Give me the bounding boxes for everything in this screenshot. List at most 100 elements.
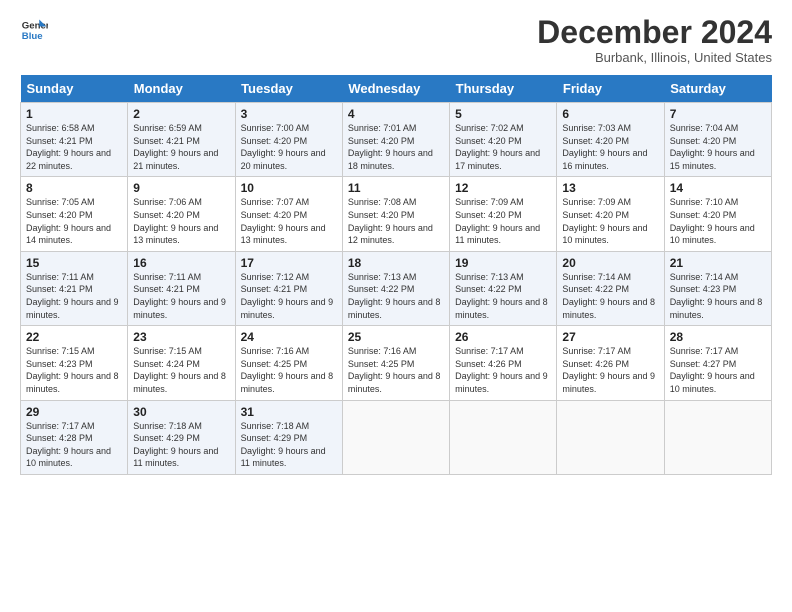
day-info: Sunrise: 7:13 AMSunset: 4:22 PMDaylight:… [348, 271, 444, 321]
day-info: Sunrise: 7:10 AMSunset: 4:20 PMDaylight:… [670, 196, 766, 246]
day-info: Sunrise: 7:16 AMSunset: 4:25 PMDaylight:… [241, 345, 337, 395]
calendar-cell: 20Sunrise: 7:14 AMSunset: 4:22 PMDayligh… [557, 251, 664, 325]
calendar-cell: 29Sunrise: 7:17 AMSunset: 4:28 PMDayligh… [21, 400, 128, 474]
day-number: 13 [562, 181, 658, 195]
day-number: 18 [348, 256, 444, 270]
day-number: 20 [562, 256, 658, 270]
day-info: Sunrise: 7:11 AMSunset: 4:21 PMDaylight:… [26, 271, 122, 321]
calendar-cell [557, 400, 664, 474]
title-area: December 2024 Burbank, Illinois, United … [537, 16, 772, 65]
day-info: Sunrise: 7:16 AMSunset: 4:25 PMDaylight:… [348, 345, 444, 395]
day-info: Sunrise: 7:12 AMSunset: 4:21 PMDaylight:… [241, 271, 337, 321]
day-number: 22 [26, 330, 122, 344]
calendar-cell: 26Sunrise: 7:17 AMSunset: 4:26 PMDayligh… [450, 326, 557, 400]
calendar-cell: 2Sunrise: 6:59 AMSunset: 4:21 PMDaylight… [128, 103, 235, 177]
day-of-week-tuesday: Tuesday [235, 75, 342, 103]
day-number: 1 [26, 107, 122, 121]
day-info: Sunrise: 7:17 AMSunset: 4:27 PMDaylight:… [670, 345, 766, 395]
day-of-week-thursday: Thursday [450, 75, 557, 103]
location: Burbank, Illinois, United States [537, 50, 772, 65]
calendar-cell: 30Sunrise: 7:18 AMSunset: 4:29 PMDayligh… [128, 400, 235, 474]
day-info: Sunrise: 7:03 AMSunset: 4:20 PMDaylight:… [562, 122, 658, 172]
calendar-cell: 7Sunrise: 7:04 AMSunset: 4:20 PMDaylight… [664, 103, 771, 177]
day-of-week-sunday: Sunday [21, 75, 128, 103]
calendar-week-row: 15Sunrise: 7:11 AMSunset: 4:21 PMDayligh… [21, 251, 772, 325]
calendar-cell: 24Sunrise: 7:16 AMSunset: 4:25 PMDayligh… [235, 326, 342, 400]
day-number: 2 [133, 107, 229, 121]
day-number: 26 [455, 330, 551, 344]
day-info: Sunrise: 7:11 AMSunset: 4:21 PMDaylight:… [133, 271, 229, 321]
calendar-cell: 27Sunrise: 7:17 AMSunset: 4:26 PMDayligh… [557, 326, 664, 400]
calendar-cell [342, 400, 449, 474]
calendar-cell: 9Sunrise: 7:06 AMSunset: 4:20 PMDaylight… [128, 177, 235, 251]
calendar-week-row: 1Sunrise: 6:58 AMSunset: 4:21 PMDaylight… [21, 103, 772, 177]
day-info: Sunrise: 6:58 AMSunset: 4:21 PMDaylight:… [26, 122, 122, 172]
day-info: Sunrise: 7:17 AMSunset: 4:28 PMDaylight:… [26, 420, 122, 470]
day-number: 29 [26, 405, 122, 419]
day-info: Sunrise: 7:14 AMSunset: 4:23 PMDaylight:… [670, 271, 766, 321]
day-of-week-friday: Friday [557, 75, 664, 103]
day-number: 16 [133, 256, 229, 270]
calendar-cell: 10Sunrise: 7:07 AMSunset: 4:20 PMDayligh… [235, 177, 342, 251]
calendar-cell: 25Sunrise: 7:16 AMSunset: 4:25 PMDayligh… [342, 326, 449, 400]
day-info: Sunrise: 7:01 AMSunset: 4:20 PMDaylight:… [348, 122, 444, 172]
day-info: Sunrise: 7:14 AMSunset: 4:22 PMDaylight:… [562, 271, 658, 321]
svg-text:Blue: Blue [22, 31, 43, 42]
day-number: 14 [670, 181, 766, 195]
day-info: Sunrise: 7:05 AMSunset: 4:20 PMDaylight:… [26, 196, 122, 246]
calendar-cell: 12Sunrise: 7:09 AMSunset: 4:20 PMDayligh… [450, 177, 557, 251]
day-number: 27 [562, 330, 658, 344]
calendar-week-row: 8Sunrise: 7:05 AMSunset: 4:20 PMDaylight… [21, 177, 772, 251]
calendar-cell: 3Sunrise: 7:00 AMSunset: 4:20 PMDaylight… [235, 103, 342, 177]
calendar-cell: 11Sunrise: 7:08 AMSunset: 4:20 PMDayligh… [342, 177, 449, 251]
header: General Blue December 2024 Burbank, Illi… [20, 16, 772, 65]
calendar-cell: 22Sunrise: 7:15 AMSunset: 4:23 PMDayligh… [21, 326, 128, 400]
day-number: 12 [455, 181, 551, 195]
calendar-cell: 19Sunrise: 7:13 AMSunset: 4:22 PMDayligh… [450, 251, 557, 325]
day-number: 31 [241, 405, 337, 419]
calendar-week-row: 29Sunrise: 7:17 AMSunset: 4:28 PMDayligh… [21, 400, 772, 474]
calendar-cell: 13Sunrise: 7:09 AMSunset: 4:20 PMDayligh… [557, 177, 664, 251]
day-info: Sunrise: 7:00 AMSunset: 4:20 PMDaylight:… [241, 122, 337, 172]
day-number: 24 [241, 330, 337, 344]
day-number: 7 [670, 107, 766, 121]
day-number: 25 [348, 330, 444, 344]
day-of-week-saturday: Saturday [664, 75, 771, 103]
day-number: 3 [241, 107, 337, 121]
calendar-cell: 28Sunrise: 7:17 AMSunset: 4:27 PMDayligh… [664, 326, 771, 400]
calendar-cell: 4Sunrise: 7:01 AMSunset: 4:20 PMDaylight… [342, 103, 449, 177]
calendar-cell: 17Sunrise: 7:12 AMSunset: 4:21 PMDayligh… [235, 251, 342, 325]
logo: General Blue [20, 16, 48, 44]
calendar-cell: 18Sunrise: 7:13 AMSunset: 4:22 PMDayligh… [342, 251, 449, 325]
day-number: 9 [133, 181, 229, 195]
day-number: 19 [455, 256, 551, 270]
day-info: Sunrise: 7:07 AMSunset: 4:20 PMDaylight:… [241, 196, 337, 246]
day-number: 21 [670, 256, 766, 270]
day-info: Sunrise: 7:13 AMSunset: 4:22 PMDaylight:… [455, 271, 551, 321]
day-number: 28 [670, 330, 766, 344]
day-info: Sunrise: 7:06 AMSunset: 4:20 PMDaylight:… [133, 196, 229, 246]
day-info: Sunrise: 7:18 AMSunset: 4:29 PMDaylight:… [133, 420, 229, 470]
calendar-table: SundayMondayTuesdayWednesdayThursdayFrid… [20, 75, 772, 475]
day-number: 5 [455, 107, 551, 121]
calendar-cell: 23Sunrise: 7:15 AMSunset: 4:24 PMDayligh… [128, 326, 235, 400]
calendar-cell: 21Sunrise: 7:14 AMSunset: 4:23 PMDayligh… [664, 251, 771, 325]
calendar-cell [664, 400, 771, 474]
day-number: 30 [133, 405, 229, 419]
day-number: 10 [241, 181, 337, 195]
calendar-week-row: 22Sunrise: 7:15 AMSunset: 4:23 PMDayligh… [21, 326, 772, 400]
day-info: Sunrise: 7:09 AMSunset: 4:20 PMDaylight:… [562, 196, 658, 246]
day-info: Sunrise: 7:18 AMSunset: 4:29 PMDaylight:… [241, 420, 337, 470]
day-info: Sunrise: 7:09 AMSunset: 4:20 PMDaylight:… [455, 196, 551, 246]
calendar-cell: 6Sunrise: 7:03 AMSunset: 4:20 PMDaylight… [557, 103, 664, 177]
calendar-cell: 5Sunrise: 7:02 AMSunset: 4:20 PMDaylight… [450, 103, 557, 177]
day-number: 8 [26, 181, 122, 195]
day-number: 4 [348, 107, 444, 121]
calendar-cell: 15Sunrise: 7:11 AMSunset: 4:21 PMDayligh… [21, 251, 128, 325]
day-info: Sunrise: 7:02 AMSunset: 4:20 PMDaylight:… [455, 122, 551, 172]
day-info: Sunrise: 7:08 AMSunset: 4:20 PMDaylight:… [348, 196, 444, 246]
day-info: Sunrise: 7:15 AMSunset: 4:23 PMDaylight:… [26, 345, 122, 395]
day-number: 17 [241, 256, 337, 270]
calendar-header-row: SundayMondayTuesdayWednesdayThursdayFrid… [21, 75, 772, 103]
day-of-week-wednesday: Wednesday [342, 75, 449, 103]
